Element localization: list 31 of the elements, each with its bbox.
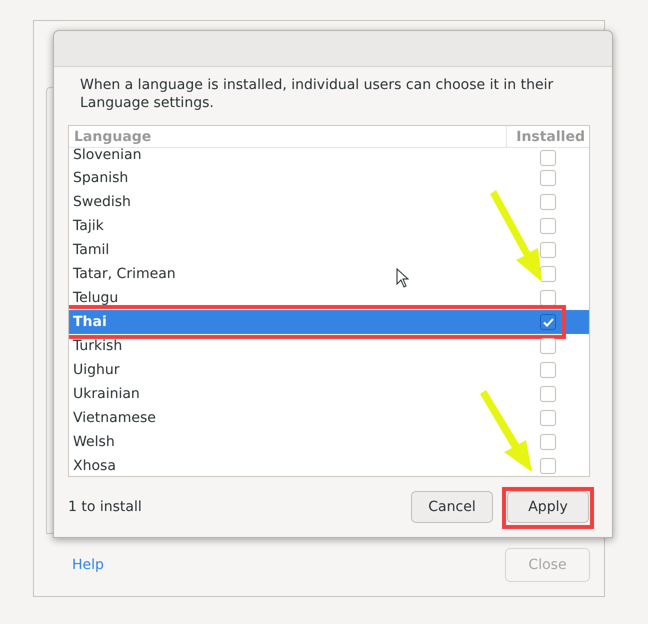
checkbox[interactable] [540,266,556,282]
checkbox[interactable] [540,458,556,474]
language-row[interactable]: Thai [69,310,589,334]
checkbox[interactable] [540,338,556,354]
checkbox[interactable] [540,218,556,234]
checkbox[interactable] [540,150,556,166]
checkbox[interactable] [540,242,556,258]
checkbox[interactable] [540,314,556,330]
language-row[interactable]: Vietnamese [69,406,589,430]
language-row[interactable]: Welsh [69,430,589,454]
checkbox[interactable] [540,170,556,186]
language-row[interactable]: Slovenian [69,148,589,166]
checkbox[interactable] [540,194,556,210]
mouse-cursor-icon [396,268,409,288]
checkbox[interactable] [540,410,556,426]
description-text: When a language is installed, individual users can choose it in their Language settings. [80,76,554,112]
status-text: 1 to install [68,498,142,516]
language-row[interactable]: Uighur [69,358,589,382]
language-row[interactable]: Xhosa [69,454,589,476]
language-row[interactable]: Ukrainian [69,382,589,406]
checkbox[interactable] [540,362,556,378]
dialog-button[interactable]: Cancel [411,491,493,523]
language-row[interactable]: Turkish [69,334,589,358]
language-row[interactable]: Swedish [69,190,589,214]
checkbox[interactable] [540,434,556,450]
language-row[interactable]: Tamil [69,238,589,262]
language-row[interactable]: Tajik [69,214,589,238]
dialog-button[interactable]: Apply [507,491,589,523]
checkbox[interactable] [540,290,556,306]
language-row[interactable]: Spanish [69,166,589,190]
checkbox[interactable] [540,386,556,402]
